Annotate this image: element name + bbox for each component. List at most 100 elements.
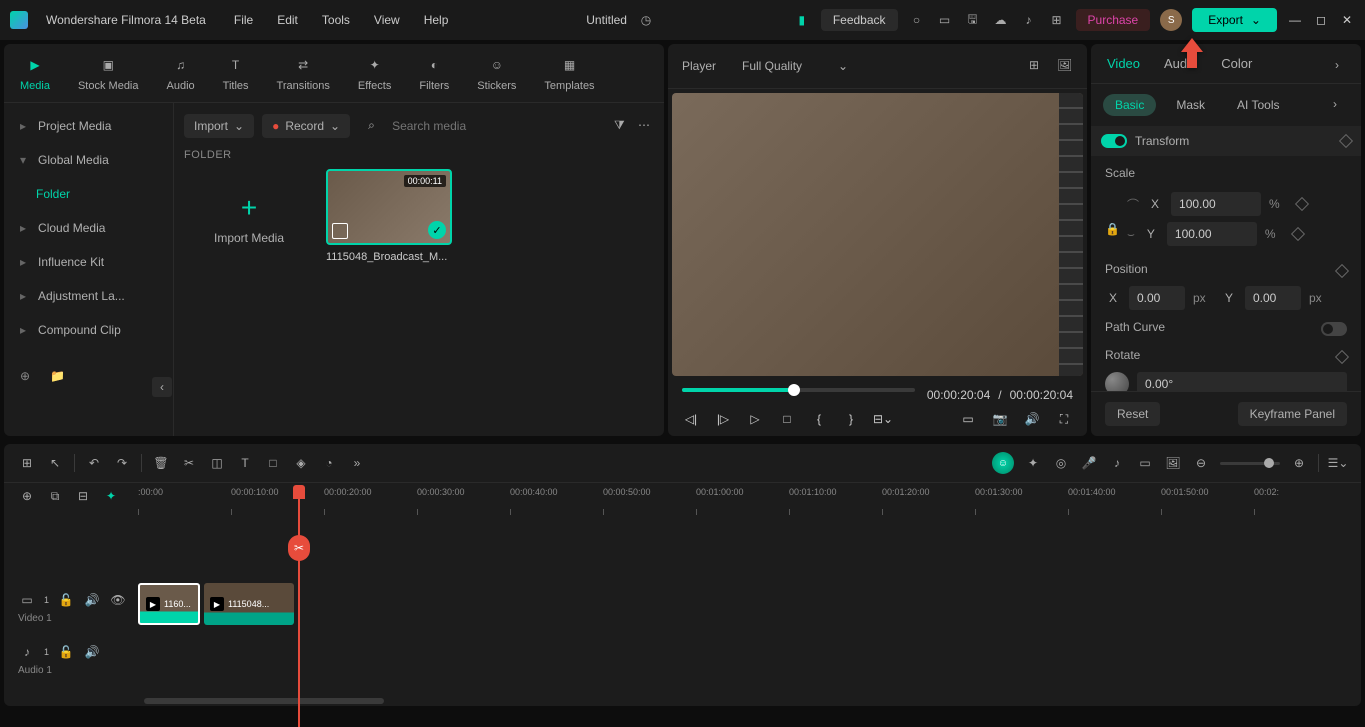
lock-track-button[interactable]: 🔓 <box>57 591 75 609</box>
new-folder-icon[interactable]: ⊕ <box>20 369 38 387</box>
tab-effects[interactable]: ✦Effects <box>358 54 391 92</box>
tab-titles[interactable]: TTitles <box>223 54 249 92</box>
rotate-input[interactable] <box>1137 372 1347 391</box>
record-icon[interactable]: ○ <box>908 11 926 29</box>
tab-media[interactable]: ▶Media <box>20 54 50 92</box>
keyframe-icon[interactable] <box>1335 350 1349 364</box>
more-tabs-icon[interactable]: › <box>1335 58 1351 74</box>
list-icon[interactable]: ☰⌄ <box>1329 454 1347 472</box>
timeline-ruler[interactable]: ✂ :00:00 00:00:10:00 00:00:20:00 00:00:3… <box>138 487 1347 515</box>
volume-button[interactable]: 🔊 <box>1023 410 1041 428</box>
next-frame-button[interactable]: |▷ <box>714 410 732 428</box>
export-button[interactable]: Export⌄ <box>1192 8 1277 32</box>
keyframe-panel-button[interactable]: Keyframe Panel <box>1238 402 1347 426</box>
folder-icon[interactable]: 📁 <box>50 369 68 387</box>
playhead[interactable]: ✂ <box>298 487 300 727</box>
magnet-button[interactable]: ⊟ <box>74 487 92 505</box>
clip-icon[interactable]: ▭ <box>1136 454 1154 472</box>
import-dropdown[interactable]: Import⌄ <box>184 114 254 138</box>
keyframe-icon[interactable] <box>1335 264 1349 278</box>
link-button[interactable]: ⧉ <box>46 487 64 505</box>
rotate-knob[interactable] <box>1105 372 1129 391</box>
transform-toggle[interactable] <box>1101 134 1127 148</box>
ai-badge[interactable]: ☺ <box>992 452 1014 474</box>
tab-templates[interactable]: ▦Templates <box>544 54 594 92</box>
visible-track-button[interactable]: 👁 <box>109 591 127 609</box>
image-tl-icon[interactable]: 🖼 <box>1164 454 1182 472</box>
search-input[interactable] <box>392 119 596 133</box>
mute-track-button[interactable]: 🔊 <box>83 643 101 661</box>
lock-track-button[interactable]: 🔓 <box>57 643 75 661</box>
import-media-tile[interactable]: + Import Media <box>184 169 314 269</box>
screen-icon[interactable]: ▭ <box>936 11 954 29</box>
sidebar-item-global[interactable]: ▾Global Media <box>4 143 173 177</box>
more-subtabs-icon[interactable]: › <box>1333 97 1349 113</box>
sidebar-item-project[interactable]: ▸Project Media <box>4 109 173 143</box>
menu-view[interactable]: View <box>374 13 400 27</box>
sparkle-icon[interactable]: ✦ <box>1024 454 1042 472</box>
lock-icon[interactable]: 🔒 <box>1105 222 1119 236</box>
tab-transitions[interactable]: ⇄Transitions <box>277 54 330 92</box>
menu-file[interactable]: File <box>234 13 253 27</box>
sidebar-item-folder[interactable]: Folder <box>4 177 173 211</box>
video-clip-1[interactable]: ▶ 1160... <box>138 583 200 625</box>
zoom-slider[interactable] <box>1220 462 1280 465</box>
crop-button[interactable]: ◫ <box>208 454 226 472</box>
tab-stock[interactable]: ▣Stock Media <box>78 54 139 92</box>
layout-icon[interactable]: ⊞ <box>18 454 36 472</box>
delete-button[interactable]: 🗑 <box>152 454 170 472</box>
timeline-scrollbar[interactable] <box>144 698 384 704</box>
filter-icon[interactable]: ⧩ <box>614 118 630 134</box>
marker-button[interactable]: ✦ <box>102 487 120 505</box>
preview-viewport[interactable] <box>672 93 1083 376</box>
subtab-basic[interactable]: Basic <box>1103 94 1156 116</box>
sidebar-item-adjust[interactable]: ▸Adjustment La... <box>4 279 173 313</box>
apps-icon[interactable]: ⊞ <box>1048 11 1066 29</box>
pos-x-input[interactable] <box>1129 286 1185 310</box>
zoom-out-button[interactable]: ⊖ <box>1192 454 1210 472</box>
stop-button[interactable]: □ <box>778 410 796 428</box>
media-clip-tile[interactable]: 00:00:11 ✓ 1115048_Broadcast_M... <box>326 169 456 269</box>
record-dropdown[interactable]: ●Record⌄ <box>262 114 350 138</box>
menu-tools[interactable]: Tools <box>322 13 350 27</box>
audio-track-content[interactable] <box>138 635 1347 683</box>
zoom-in-button[interactable]: ⊕ <box>1290 454 1308 472</box>
cloud-icon[interactable]: ☁ <box>992 11 1010 29</box>
feedback-button[interactable]: Feedback <box>821 9 898 31</box>
text-button[interactable]: T <box>236 454 254 472</box>
keyframe-icon[interactable] <box>1295 197 1309 211</box>
cut-button[interactable]: ✂ <box>180 454 198 472</box>
pos-y-input[interactable] <box>1245 286 1301 310</box>
undo-button[interactable]: ↶ <box>85 454 103 472</box>
quality-dropdown[interactable]: Full Quality⌄ <box>732 54 858 78</box>
headphones-icon[interactable]: ♪ <box>1020 11 1038 29</box>
progress-bar[interactable] <box>682 388 915 392</box>
gift-icon[interactable]: ▮ <box>793 11 811 29</box>
grid-view-icon[interactable]: ⊞ <box>1029 58 1045 74</box>
minimize-button[interactable]: — <box>1287 12 1303 28</box>
mark-out-button[interactable]: } <box>842 410 860 428</box>
play-button[interactable]: ▷ <box>746 410 764 428</box>
scale-x-input[interactable] <box>1171 192 1261 216</box>
speed-button[interactable]: ◔ <box>320 454 338 472</box>
fullscreen-button[interactable]: ⛶ <box>1055 410 1073 428</box>
tab-filters[interactable]: ◐Filters <box>419 54 449 92</box>
video-clip-2[interactable]: ▶ 1115048... <box>204 583 294 625</box>
path-curve-toggle[interactable] <box>1321 322 1347 336</box>
subtab-mask[interactable]: Mask <box>1164 94 1217 116</box>
mark-in-button[interactable]: { <box>810 410 828 428</box>
shape-button[interactable]: □ <box>264 454 282 472</box>
keyframe-icon[interactable] <box>1291 227 1305 241</box>
keyframe-icon[interactable] <box>1339 134 1353 148</box>
subtab-ai[interactable]: AI Tools <box>1225 94 1291 116</box>
mic-icon[interactable]: 🎤 <box>1080 454 1098 472</box>
collapse-sidebar-button[interactable]: ‹ <box>152 377 172 397</box>
sidebar-item-influence[interactable]: ▸Influence Kit <box>4 245 173 279</box>
sidebar-item-compound[interactable]: ▸Compound Clip <box>4 313 173 347</box>
menu-help[interactable]: Help <box>424 13 449 27</box>
scissor-icon[interactable]: ✂ <box>288 535 310 561</box>
cursor-icon[interactable]: ↖ <box>46 454 64 472</box>
tab-video[interactable]: Video <box>1107 56 1140 71</box>
menu-edit[interactable]: Edit <box>277 13 298 27</box>
avatar[interactable]: S <box>1160 9 1182 31</box>
